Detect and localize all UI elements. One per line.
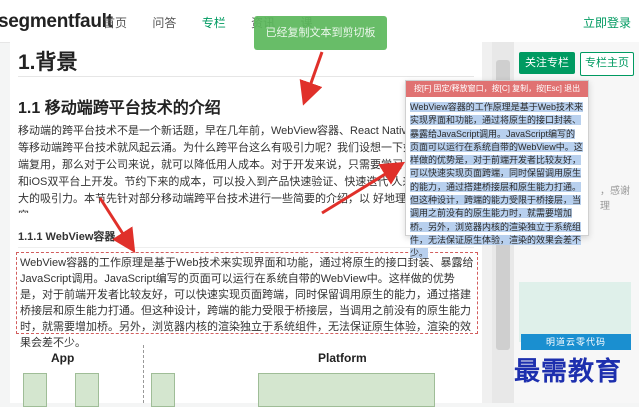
arrow-to-toast [299, 51, 324, 106]
arrow-to-selection [98, 197, 136, 254]
annotation-arrows [98, 51, 406, 254]
watermark-logo: 最需教育 [514, 357, 623, 387]
arrow-to-popup [321, 161, 406, 215]
